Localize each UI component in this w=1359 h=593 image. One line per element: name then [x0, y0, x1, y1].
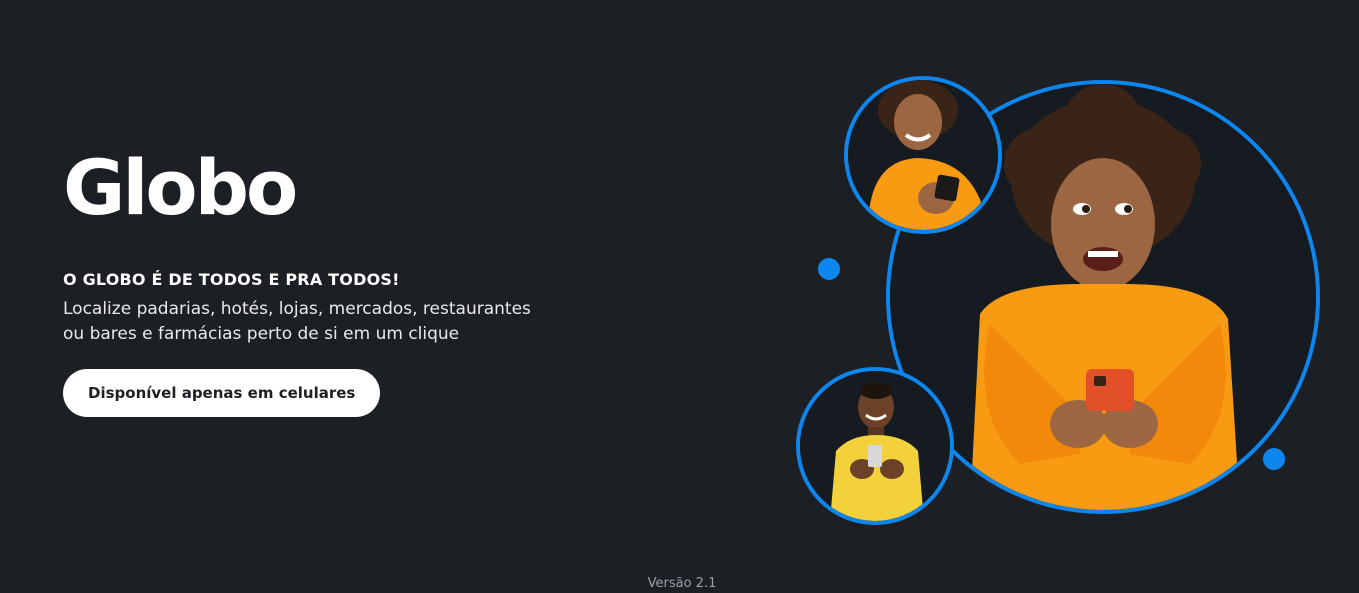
description: Localize padarias, hotés, lojas, mercado…: [63, 299, 531, 344]
top-photo: [844, 76, 1002, 234]
hero-illustration: [790, 70, 1330, 530]
available-on-mobile-button[interactable]: Disponível apenas em celulares: [63, 369, 381, 417]
brand-title: Globo: [63, 143, 298, 232]
decorative-dot: [818, 258, 840, 280]
hero-section: Globo O GLOBO É DE TODOS E PRA TODOS! Lo…: [63, 150, 583, 417]
woman-smiling-image: [848, 80, 998, 230]
landing-page: Globo O GLOBO É DE TODOS E PRA TODOS! Lo…: [0, 0, 1359, 593]
man-yellow-shirt-image: [800, 371, 950, 521]
bottom-photo: [796, 367, 954, 525]
tagline: O GLOBO É DE TODOS E PRA TODOS!: [63, 270, 400, 289]
decorative-dot: [1263, 448, 1285, 470]
version-label: Versão 2.1: [647, 576, 717, 591]
